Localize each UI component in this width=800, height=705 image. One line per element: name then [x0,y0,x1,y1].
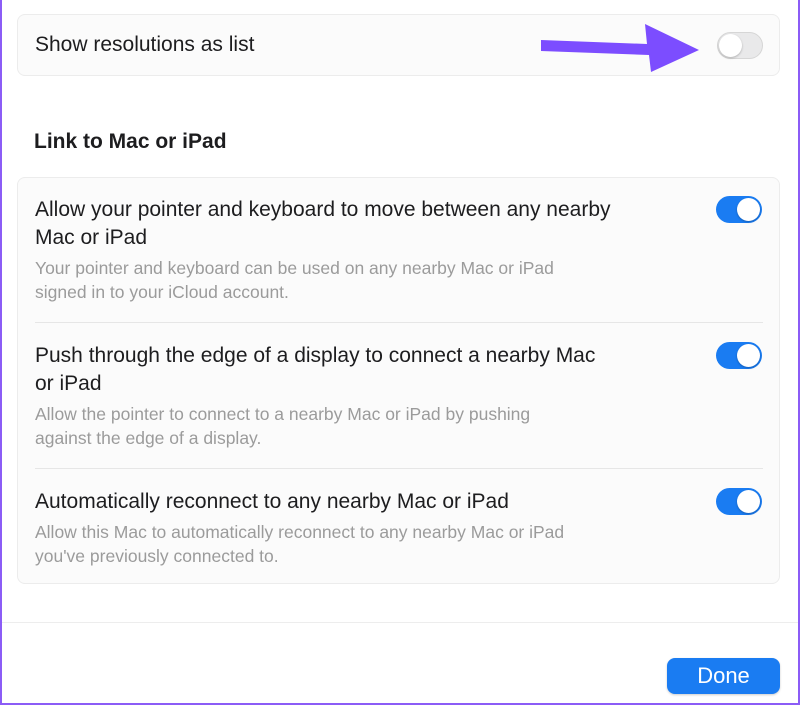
show-resolutions-toggle[interactable] [717,32,763,59]
link-settings-panel: Allow your pointer and keyboard to move … [17,177,780,584]
item-description: Your pointer and keyboard can be used on… [35,258,554,278]
item-title: Mac or iPad [35,226,148,249]
item-title: Automatically reconnect to any nearby Ma… [35,490,509,513]
item-title: Allow your pointer and keyboard to move … [35,198,611,221]
item-description: you've previously connected to. [35,546,279,566]
item-description: signed in to your iCloud account. [35,282,289,302]
push-through-edge-toggle[interactable] [716,342,762,369]
toggle-knob [737,490,760,513]
toggle-knob [719,34,742,57]
item-title: Push through the edge of a display to co… [35,344,596,367]
toggle-knob [737,344,760,367]
auto-reconnect-toggle[interactable] [716,488,762,515]
section-title-link: Link to Mac or iPad [34,130,227,153]
allow-pointer-toggle[interactable] [716,196,762,223]
done-button[interactable]: Done [667,658,780,694]
arrow-right-icon [541,24,699,72]
show-resolutions-label: Show resolutions as list [35,33,255,56]
separator [35,322,763,323]
item-description: Allow this Mac to automatically reconnec… [35,522,565,542]
footer-divider [2,622,798,623]
item-title: or iPad [35,372,102,395]
separator [35,468,763,469]
item-description: Allow the pointer to connect to a nearby… [35,404,531,424]
item-description: against the edge of a display. [35,428,262,448]
toggle-knob [737,198,760,221]
